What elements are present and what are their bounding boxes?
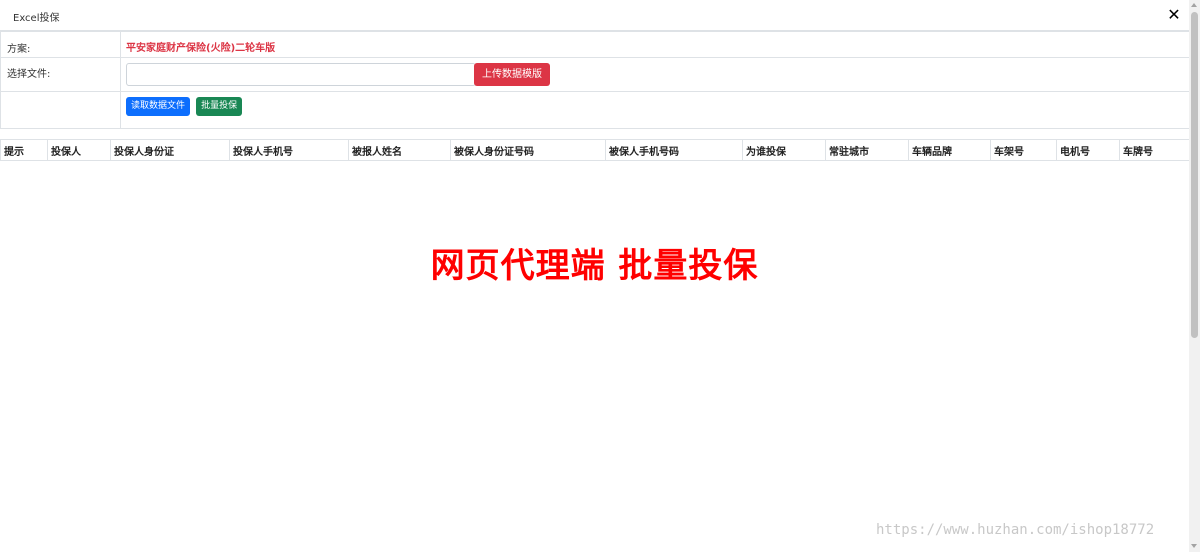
scroll-down-icon[interactable] [1191, 544, 1197, 548]
column-header-resident-city[interactable]: 常驻城市 [825, 139, 909, 161]
column-header-motor-number[interactable]: 电机号 [1056, 139, 1120, 161]
actions-cell: 读取数据文件 批量投保 [120, 91, 1190, 129]
form-table: 方案: 平安家庭财产保险(火险)二轮车版 选择文件: 上传数据模版 读取数据文件… [0, 31, 1190, 129]
column-header-insured-phone[interactable]: 被保人手机号码 [605, 139, 743, 161]
scroll-up-icon[interactable] [1191, 3, 1197, 7]
grid-header-row: 提示 投保人 投保人身份证 投保人手机号 被报人姓名 被保人身份证号码 被保人手… [0, 139, 1190, 161]
column-header-policyholder-id[interactable]: 投保人身份证 [110, 139, 230, 161]
file-input-cell: 上传数据模版 [120, 57, 1190, 92]
column-header-policyholder-phone[interactable]: 投保人手机号 [229, 139, 349, 161]
file-input[interactable] [126, 63, 476, 86]
column-header-insured-id[interactable]: 被保人身份证号码 [450, 139, 606, 161]
file-label: 选择文件: [0, 57, 121, 92]
column-header-plate-number[interactable]: 车牌号 [1119, 139, 1190, 161]
actions-label-cell [0, 91, 121, 129]
upload-template-button[interactable]: 上传数据模版 [474, 63, 550, 86]
watermark: https://www.huzhan.com/ishop18772 [876, 522, 1155, 538]
data-grid: 提示 投保人 投保人身份证 投保人手机号 被报人姓名 被保人身份证号码 被保人手… [0, 139, 1190, 161]
column-header-insured-name[interactable]: 被报人姓名 [348, 139, 451, 161]
file-row: 选择文件: 上传数据模版 [0, 57, 1190, 92]
column-header-insure-for[interactable]: 为谁投保 [742, 139, 826, 161]
column-header-vehicle-brand[interactable]: 车辆品牌 [908, 139, 991, 161]
page: Excel投保 ✕ 方案: 平安家庭财产保险(火险)二轮车版 选择文件: 上传数… [0, 0, 1200, 552]
vertical-scrollbar[interactable] [1189, 0, 1200, 552]
modal-title: Excel投保 [13, 13, 60, 24]
scroll-thumb[interactable] [1191, 12, 1198, 338]
close-icon[interactable]: ✕ [1165, 5, 1183, 25]
plan-name: 平安家庭财产保险(火险)二轮车版 [126, 43, 276, 54]
modal-header: Excel投保 ✕ [0, 0, 1189, 31]
column-header-policyholder[interactable]: 投保人 [47, 139, 111, 161]
actions-row: 读取数据文件 批量投保 [0, 91, 1190, 129]
plan-row: 方案: 平安家庭财产保险(火险)二轮车版 [0, 31, 1190, 58]
plan-label: 方案: [0, 31, 121, 58]
column-header-tip[interactable]: 提示 [0, 139, 48, 161]
plan-value-cell: 平安家庭财产保险(火险)二轮车版 [120, 31, 1190, 58]
banner-text: 网页代理端 批量投保 [430, 246, 759, 286]
column-header-frame-number[interactable]: 车架号 [990, 139, 1057, 161]
modal-dialog: Excel投保 ✕ 方案: 平安家庭财产保险(火险)二轮车版 选择文件: 上传数… [0, 0, 1190, 552]
batch-insure-button[interactable]: 批量投保 [196, 97, 243, 116]
read-data-file-button[interactable]: 读取数据文件 [126, 97, 190, 116]
